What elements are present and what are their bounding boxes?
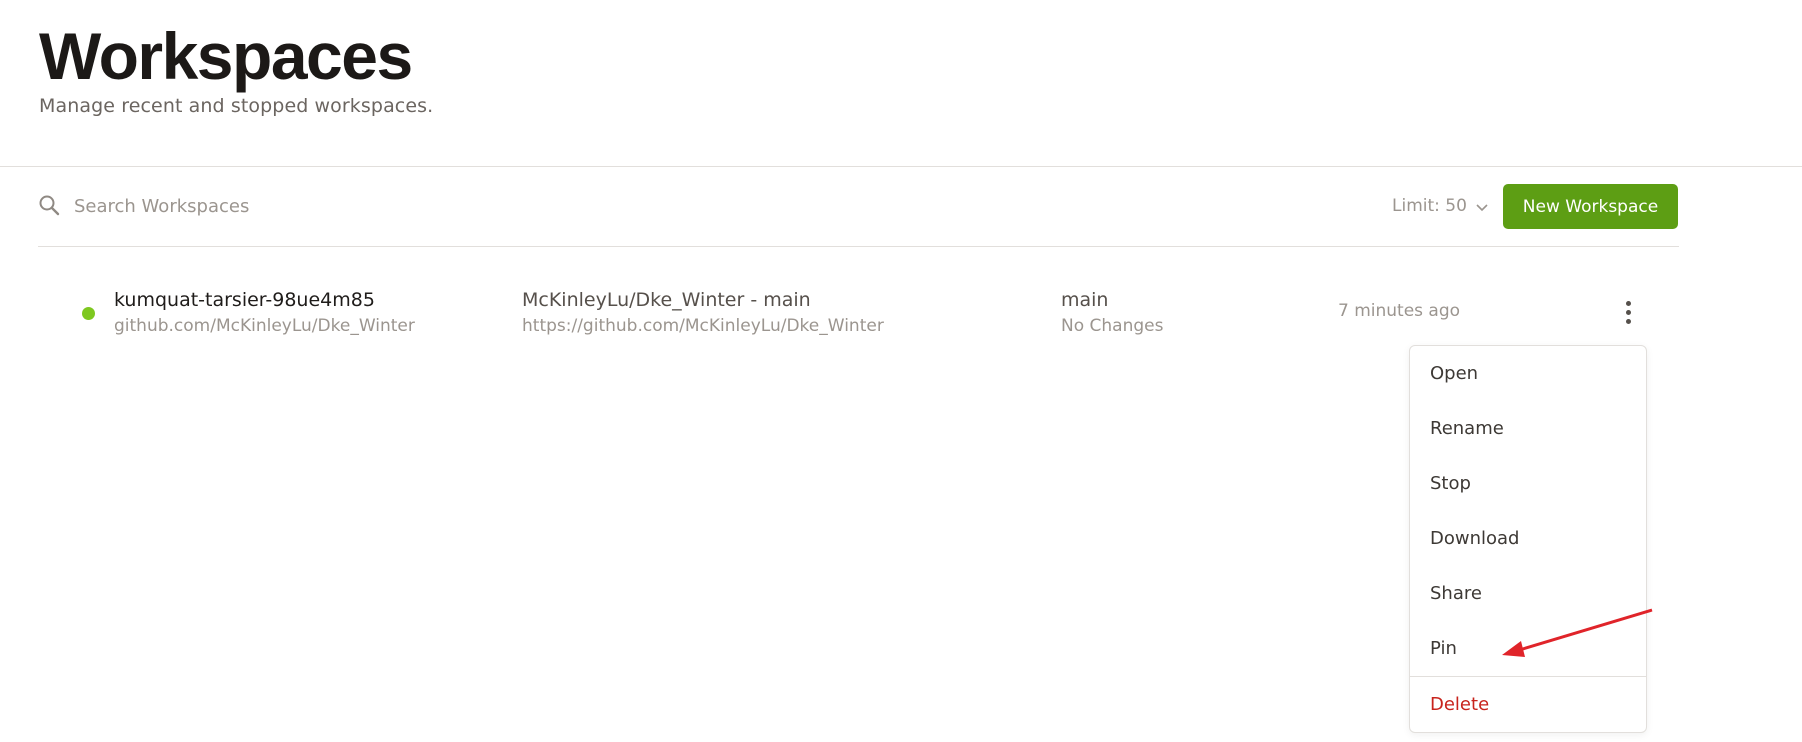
workspace-row[interactable]: kumquat-tarsier-98ue4m85 github.com/McKi… <box>38 281 1679 341</box>
page-subtitle: Manage recent and stopped workspaces. <box>39 95 434 117</box>
workspace-name-cell: kumquat-tarsier-98ue4m85 github.com/McKi… <box>114 287 415 339</box>
changes-status: No Changes <box>1061 316 1164 336</box>
workspace-repo-cell: McKinleyLu/Dke_Winter - main https://git… <box>522 287 884 339</box>
workspace-context: github.com/McKinleyLu/Dke_Winter <box>114 316 415 336</box>
toolbar: Limit: 50 New Workspace <box>38 184 1679 229</box>
menu-item-rename[interactable]: Rename <box>1410 401 1646 456</box>
menu-item-open[interactable]: Open <box>1410 346 1646 401</box>
status-running-dot <box>82 307 95 320</box>
more-options-icon[interactable] <box>1618 297 1638 327</box>
menu-item-delete[interactable]: Delete <box>1410 677 1646 732</box>
search-icon <box>39 195 60 216</box>
menu-item-stop[interactable]: Stop <box>1410 456 1646 511</box>
header-divider <box>0 166 1802 167</box>
last-active-time: 7 minutes ago <box>1338 301 1461 321</box>
menu-item-share[interactable]: Share <box>1410 566 1646 621</box>
branch-name: main <box>1061 289 1109 311</box>
menu-item-pin[interactable]: Pin <box>1410 621 1646 676</box>
page-header: Workspaces Manage recent and stopped wor… <box>39 18 433 117</box>
workspaces-page: Workspaces Manage recent and stopped wor… <box>0 0 1802 742</box>
toolbar-divider <box>38 246 1679 247</box>
repo-url: https://github.com/McKinleyLu/Dke_Winter <box>522 316 884 336</box>
menu-item-download[interactable]: Download <box>1410 511 1646 566</box>
repo-title: McKinleyLu/Dke_Winter - main <box>522 289 811 311</box>
chevron-down-icon <box>1476 204 1488 212</box>
limit-label: Limit: 50 <box>1392 196 1467 216</box>
page-title: Workspaces <box>39 19 413 93</box>
limit-dropdown[interactable]: Limit: 50 <box>1392 196 1489 216</box>
workspace-context-menu: Open Rename Stop Download Share Pin Dele… <box>1409 345 1647 733</box>
search-input[interactable] <box>72 190 576 222</box>
new-workspace-button[interactable]: New Workspace <box>1503 184 1678 229</box>
workspace-name: kumquat-tarsier-98ue4m85 <box>114 289 375 311</box>
workspace-branch-cell: main No Changes <box>1061 287 1163 339</box>
